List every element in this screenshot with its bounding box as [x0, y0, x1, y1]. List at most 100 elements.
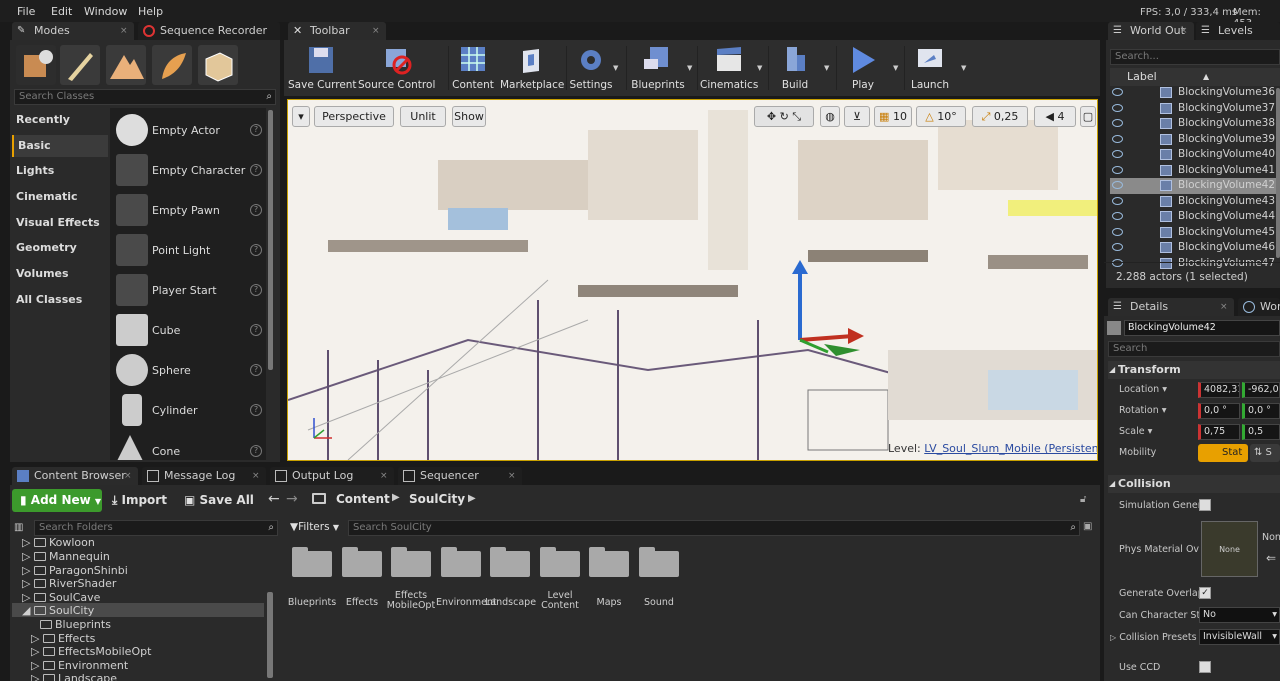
rotation-snap-button[interactable]: △ 10° — [916, 106, 966, 127]
class-item-point-light[interactable]: Point Light? — [112, 231, 264, 269]
tree-item-mannequin[interactable]: ▷ Mannequin — [22, 550, 110, 563]
close-icon[interactable]: × — [124, 471, 134, 481]
outliner-row[interactable]: BlockingVolume39 — [1110, 132, 1280, 148]
outliner-scrollbar[interactable] — [1276, 88, 1280, 258]
content-button[interactable]: Content — [450, 43, 496, 93]
lock-icon[interactable]: 🔓︎ — [1080, 494, 1086, 505]
add-new-button[interactable]: ▮ Add New ▼ — [12, 489, 102, 512]
view-mode-button[interactable]: Unlit — [400, 106, 446, 127]
outliner-row[interactable]: BlockingVolume45 — [1110, 225, 1280, 241]
settings-button[interactable]: Settings — [568, 43, 614, 93]
folder-tile[interactable] — [441, 545, 481, 577]
visibility-eye-icon[interactable] — [1112, 134, 1123, 143]
outliner-row[interactable]: BlockingVolume46 — [1110, 240, 1280, 256]
collision-presets-dropdown[interactable]: InvisibleWall ▾ — [1199, 629, 1280, 645]
import-button[interactable]: ⤓ Import — [112, 489, 174, 512]
search-classes-input[interactable]: Search Classes ⌕ — [14, 89, 276, 105]
build-button[interactable]: Build — [772, 43, 818, 93]
cinematics-dropdown-icon[interactable]: ▼ — [757, 64, 762, 72]
collision-section-header[interactable]: ◢ Collision — [1108, 475, 1280, 493]
tab-details[interactable]: ☰ Details × — [1108, 298, 1234, 316]
place-mode-button[interactable] — [16, 45, 56, 85]
transform-tools[interactable]: ✥ ↻ ⤡ — [754, 106, 814, 127]
tree-item-effects[interactable]: ▷ Effects — [31, 632, 95, 645]
scale-snap-button[interactable]: ⤢ 0,25 — [972, 106, 1028, 127]
help-icon[interactable]: ? — [250, 364, 262, 376]
folder-tile[interactable] — [540, 545, 580, 577]
help-icon[interactable]: ? — [250, 124, 262, 136]
geometry-mode-button[interactable] — [198, 45, 238, 85]
scale-y-field[interactable]: 0,5 — [1242, 424, 1280, 440]
visibility-eye-icon[interactable] — [1112, 119, 1123, 127]
class-item-cone[interactable]: Cone? — [112, 432, 264, 460]
rotation-label[interactable]: Rotation ▾ — [1119, 405, 1167, 416]
class-list-scrollbar[interactable] — [268, 110, 273, 370]
visibility-eye-icon[interactable] — [1112, 227, 1123, 236]
outliner-row[interactable]: BlockingVolume47 — [1110, 256, 1280, 272]
folder-tile[interactable] — [391, 545, 431, 577]
save-current-button[interactable]: Save Current — [288, 43, 357, 93]
class-item-cylinder[interactable]: Cylinder? — [112, 391, 264, 429]
back-arrow-icon[interactable]: ← — [268, 491, 280, 507]
close-icon[interactable]: × — [1180, 26, 1190, 36]
landscape-mode-button[interactable] — [106, 45, 146, 85]
visibility-eye-icon[interactable] — [1112, 243, 1123, 251]
show-button[interactable]: Show — [452, 106, 486, 127]
close-icon[interactable]: × — [372, 26, 382, 36]
path-crumb-content[interactable]: Content — [336, 492, 390, 506]
blueprints-dropdown-icon[interactable]: ▼ — [687, 64, 692, 72]
level-viewport[interactable]: ▾ Perspective Unlit Show ✥ ↻ ⤡ ◍ ⊻ ▦ 10 … — [287, 99, 1098, 461]
location-label[interactable]: Location ▾ — [1119, 384, 1167, 395]
forward-arrow-icon[interactable]: → — [286, 491, 298, 507]
search-soulcity-input[interactable]: Search SoulCity ⌕ — [348, 520, 1080, 536]
details-search-input[interactable]: Search — [1108, 341, 1280, 357]
category-lights[interactable]: Lights — [12, 160, 108, 182]
actor-name-field[interactable]: BlockingVolume42 — [1124, 320, 1280, 336]
outliner-search-input[interactable]: Search... — [1110, 49, 1280, 65]
folder-tile[interactable] — [589, 545, 629, 577]
class-item-empty-pawn[interactable]: Empty Pawn? — [112, 191, 264, 229]
cinematics-button[interactable]: Cinematics — [700, 43, 758, 93]
outliner-row[interactable]: BlockingVolume44 — [1110, 209, 1280, 225]
camera-speed-button[interactable]: ◀ 4 — [1034, 106, 1076, 127]
category-all-classes[interactable]: All Classes — [12, 289, 108, 311]
close-icon[interactable]: × — [380, 471, 390, 481]
tab-content-browser[interactable]: Content Browser × — [12, 467, 138, 485]
tree-item-effectsmobileopt[interactable]: ▷ EffectsMobileOpt — [31, 645, 151, 658]
save-search-icon[interactable]: ▣ — [1083, 521, 1092, 532]
path-crumb-soulcity[interactable]: SoulCity — [409, 492, 465, 506]
marketplace-button[interactable]: Marketplace — [500, 43, 564, 93]
tree-item-paragonshinbi[interactable]: ▷ ParagonShinbi — [22, 564, 128, 577]
visibility-eye-icon[interactable] — [1112, 88, 1123, 96]
tab-toolbar[interactable]: ✕ Toolbar × — [288, 22, 386, 40]
generate-overlap-checkbox[interactable]: ✓ — [1199, 587, 1211, 599]
scale-x-field[interactable]: 0,75 — [1198, 424, 1240, 440]
filters-button[interactable]: ▼Filters ▼ — [290, 518, 344, 536]
folder-tile[interactable] — [342, 545, 382, 577]
tab-levels[interactable]: ☰ Levels — [1196, 22, 1280, 40]
menu-edit[interactable]: Edit — [51, 5, 72, 18]
tab-output-log[interactable]: Output Log × — [270, 467, 394, 485]
tab-sequence-recorder[interactable]: Sequence Recorder — [138, 22, 280, 40]
can-character-step-dropdown[interactable]: No ▾ — [1199, 607, 1280, 623]
paint-mode-button[interactable] — [60, 45, 100, 85]
perspective-button[interactable]: Perspective — [314, 106, 394, 127]
mobility-stationary-button[interactable]: ⇅ S — [1250, 444, 1280, 462]
simulation-generates-checkbox[interactable] — [1199, 499, 1211, 511]
help-icon[interactable]: ? — [250, 164, 262, 176]
foliage-mode-button[interactable] — [152, 45, 192, 85]
build-dropdown-icon[interactable]: ▼ — [824, 64, 829, 72]
folder-tile[interactable] — [639, 545, 679, 577]
outliner-row[interactable]: BlockingVolume43 — [1110, 194, 1280, 210]
category-basic[interactable]: Basic — [12, 135, 108, 157]
tree-item-landscape[interactable]: ▷ Landscape — [31, 672, 117, 681]
help-icon[interactable]: ? — [250, 204, 262, 216]
launch-dropdown-icon[interactable]: ▼ — [961, 64, 966, 72]
visibility-eye-icon[interactable] — [1112, 103, 1123, 112]
outliner-label-column-header[interactable]: Label ▲ — [1110, 68, 1280, 86]
settings-dropdown-icon[interactable]: ▼ — [613, 64, 618, 72]
grid-snap-button[interactable]: ▦ 10 — [874, 106, 912, 127]
use-ccd-checkbox[interactable] — [1199, 661, 1211, 673]
visibility-eye-icon[interactable] — [1112, 196, 1123, 205]
class-item-sphere[interactable]: Sphere? — [112, 351, 264, 389]
